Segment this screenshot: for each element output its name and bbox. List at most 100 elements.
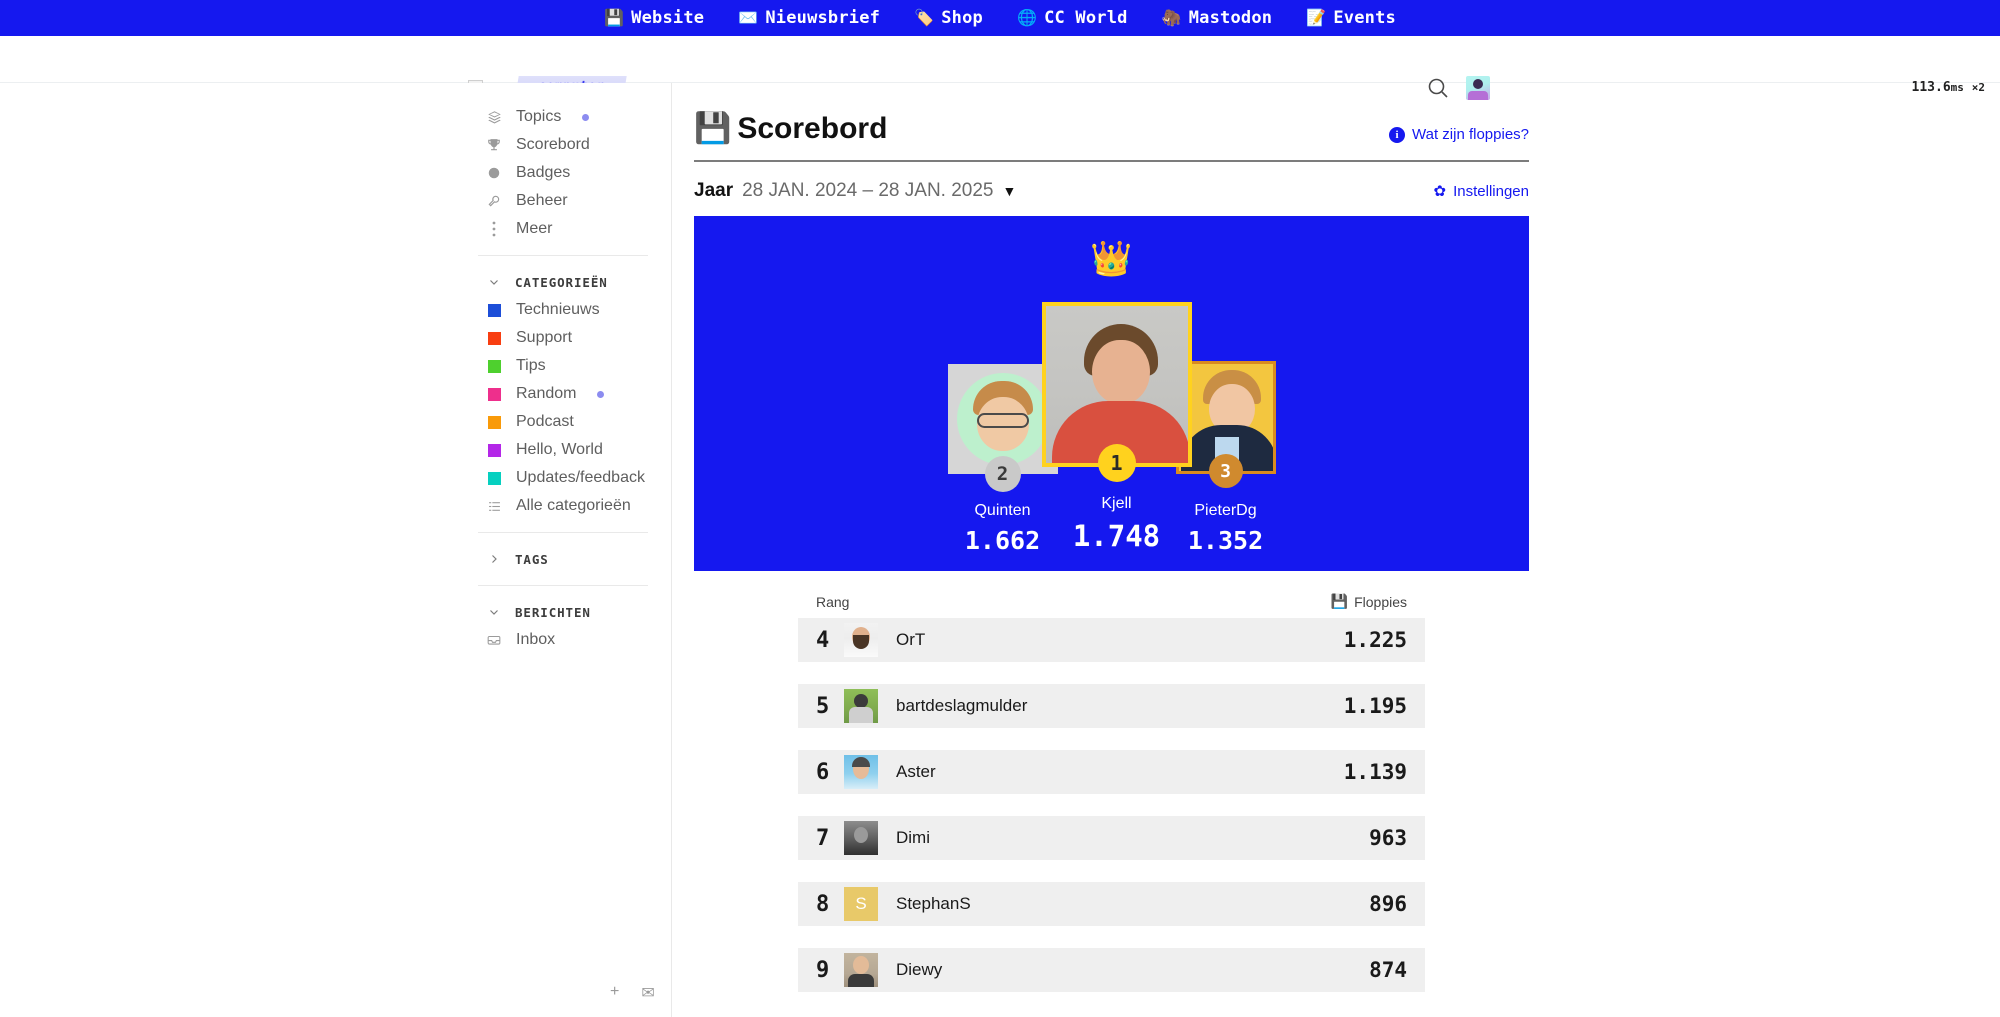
row-name: Diewy [896, 960, 1369, 980]
row-avatar [844, 689, 878, 723]
table-row[interactable]: 9 Diewy 874 [798, 948, 1425, 992]
sidebar-item-meer[interactable]: Meer [478, 215, 671, 243]
avatar-initial: S [844, 887, 878, 921]
row-name: bartdeslagmulder [896, 696, 1344, 716]
topbar-link-label: Shop [941, 8, 983, 28]
sidebar-section-label: BERICHTEN [515, 605, 591, 620]
layers-icon [486, 110, 502, 125]
sidebar-section-tags[interactable]: TAGS [478, 545, 671, 573]
sidebar-section-berichten[interactable]: BERICHTEN [478, 598, 671, 626]
chevron-down-icon [486, 606, 502, 618]
category-color-swatch [486, 332, 502, 345]
sidebar-item-hello-world[interactable]: Hello, World [478, 436, 671, 464]
row-rank: 5 [816, 694, 844, 719]
sidebar-item-random[interactable]: Random [478, 380, 671, 408]
rank-badge: 2 [985, 456, 1021, 492]
topbar-link-events[interactable]: 📝 Events [1306, 8, 1396, 28]
top-navigation-bar: 💾 Website ✉️ Nieuwsbrief 🏷️ Shop 🌐 CC Wo… [0, 0, 2000, 36]
sidebar-item-label: Meer [516, 220, 552, 238]
category-color-swatch [486, 388, 502, 401]
podium: 👑 2 Quinten 1.662 [694, 216, 1529, 571]
unread-dot [582, 114, 589, 121]
sidebar-item-tips[interactable]: Tips [478, 352, 671, 380]
topbar-link-cc-world[interactable]: 🌐 CC World [1017, 8, 1128, 28]
sidebar-item-label: Updates/feedback [516, 469, 645, 487]
topbar-link-website[interactable]: 💾 Website [604, 8, 704, 28]
row-rank: 4 [816, 628, 844, 653]
row-name: OrT [896, 630, 1344, 650]
messages-button[interactable]: ✉ [641, 983, 654, 1003]
table-row[interactable]: 7 Dimi 963 [798, 816, 1425, 860]
site-header: computer club [0, 36, 2000, 83]
page-title-text: Scorebord [737, 112, 887, 146]
topbar-link-shop[interactable]: 🏷️ Shop [914, 8, 983, 28]
chevron-down-icon [486, 276, 502, 288]
category-color-swatch [486, 472, 502, 485]
crown-icon: 👑 [1090, 242, 1132, 276]
floppy-disk-icon: 💾 [694, 111, 731, 146]
sidebar-item-label: Badges [516, 164, 570, 182]
wrench-icon [486, 194, 502, 208]
period-label: Jaar [694, 180, 733, 202]
settings-link[interactable]: ✿ Instellingen [1434, 182, 1529, 200]
sidebar-item-label: Beheer [516, 192, 568, 210]
row-avatar [844, 755, 878, 789]
sidebar-item-topics[interactable]: Topics [478, 103, 671, 131]
podium-name: Quinten [974, 502, 1030, 520]
sidebar-item-podcast[interactable]: Podcast [478, 408, 671, 436]
sidebar-item-label: Topics [516, 108, 561, 126]
table-header: Rang 💾 Floppies [798, 593, 1425, 618]
new-topic-button[interactable]: + [610, 983, 619, 1003]
sidebar-item-scorebord[interactable]: Scorebord [478, 131, 671, 159]
info-icon: i [1389, 127, 1405, 143]
leaderboard-table: Rang 💾 Floppies 4 OrT 1.225 5 bartdeslag… [798, 593, 1425, 992]
column-header-floppies-label: Floppies [1354, 594, 1407, 610]
row-rank: 8 [816, 892, 844, 917]
page-layout: Topics Scorebord Badges Beheer Me [0, 83, 2000, 1017]
sidebar-item-updates-feedback[interactable]: Updates/feedback [478, 464, 671, 492]
table-row[interactable]: 6 Aster 1.139 [798, 750, 1425, 794]
unread-dot [597, 391, 604, 398]
sidebar-item-inbox[interactable]: Inbox [478, 626, 671, 654]
sidebar-item-alle-categorieen[interactable]: Alle categorieën [478, 492, 671, 520]
what-are-floppies-link[interactable]: i Wat zijn floppies? [1389, 126, 1529, 143]
row-score: 896 [1369, 892, 1407, 916]
row-rank: 6 [816, 760, 844, 785]
column-header-floppies: 💾 Floppies [1331, 593, 1407, 610]
category-color-swatch [486, 444, 502, 457]
chevron-right-icon [486, 553, 502, 565]
row-name: StephanS [896, 894, 1369, 914]
period-selector[interactable]: Jaar 28 JAN. 2024 – 28 JAN. 2025 ▼ [694, 180, 1016, 202]
chevron-down-icon: ▼ [1003, 183, 1017, 199]
sidebar-section-label: TAGS [515, 552, 549, 567]
dots-vertical-icon [486, 221, 502, 237]
sidebar-section-categories[interactable]: CATEGORIEËN [478, 268, 671, 296]
sidebar-item-support[interactable]: Support [478, 324, 671, 352]
row-score: 1.139 [1344, 760, 1407, 784]
sidebar-item-label: Random [516, 385, 576, 403]
sidebar-footer: + ✉ [610, 983, 655, 1003]
what-are-floppies-label: Wat zijn floppies? [1412, 126, 1529, 143]
sidebar-item-label: Inbox [516, 631, 555, 649]
sidebar-item-label: Scorebord [516, 136, 590, 154]
main-content: 💾 Scorebord i Wat zijn floppies? Jaar 28… [672, 83, 2000, 1017]
category-color-swatch [486, 360, 502, 373]
sidebar-item-label: Podcast [516, 413, 574, 431]
topbar-link-mastodon[interactable]: 🦣 Mastodon [1162, 8, 1273, 28]
topbar-link-label: Mastodon [1189, 8, 1272, 28]
podium-name: PieterDg [1194, 502, 1256, 520]
table-row[interactable]: 5 bartdeslagmulder 1.195 [798, 684, 1425, 728]
table-row[interactable]: 4 OrT 1.225 [798, 618, 1425, 662]
sidebar-item-badges[interactable]: Badges [478, 159, 671, 187]
period-range: 28 JAN. 2024 – 28 JAN. 2025 [742, 180, 993, 202]
sidebar-item-technieuws[interactable]: Technieuws [478, 296, 671, 324]
sidebar-item-beheer[interactable]: Beheer [478, 187, 671, 215]
filter-row: Jaar 28 JAN. 2024 – 28 JAN. 2025 ▼ ✿ Ins… [694, 180, 1529, 202]
table-row[interactable]: 8 S StephanS 896 [798, 882, 1425, 926]
row-avatar: S [844, 887, 878, 921]
podium-entry-1[interactable]: 1 Kjell 1.748 [1042, 302, 1192, 571]
row-score: 874 [1369, 958, 1407, 982]
podium-score: 1.352 [1188, 526, 1263, 555]
topbar-link-nieuwsbrief[interactable]: ✉️ Nieuwsbrief [738, 8, 880, 28]
sidebar-divider [478, 532, 648, 533]
